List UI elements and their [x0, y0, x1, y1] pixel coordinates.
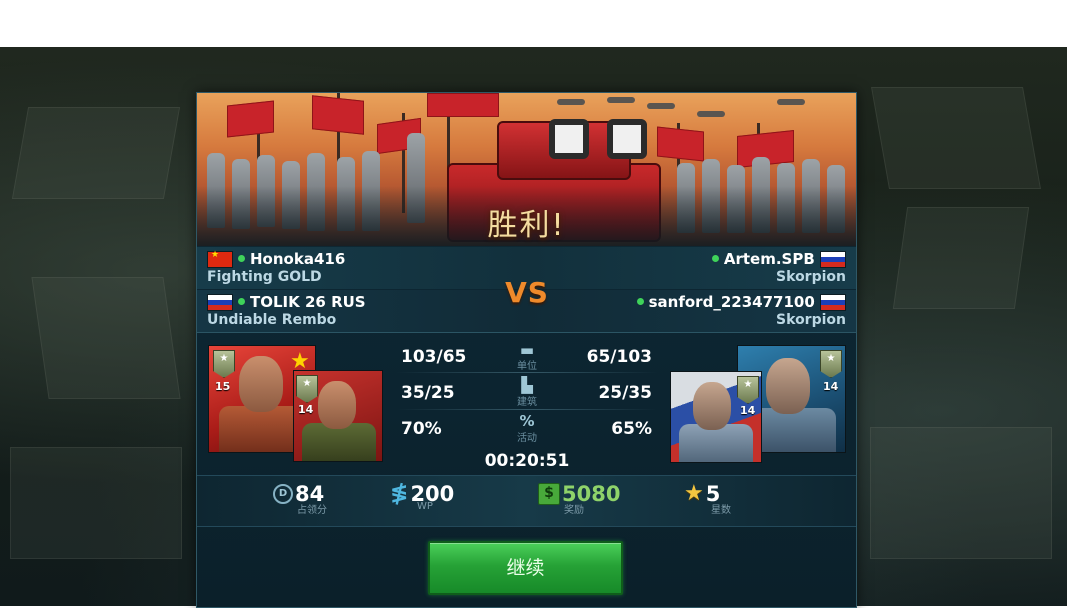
activity-label: 活动: [517, 433, 537, 444]
units-left: 103/65: [401, 347, 467, 367]
left-player-1[interactable]: Honoka416: [207, 250, 345, 268]
units-label: 单位: [517, 361, 537, 372]
commander-level: 15: [215, 380, 231, 393]
russia-flag-icon: [820, 294, 846, 311]
online-status-icon: [238, 298, 245, 305]
right-player-2[interactable]: sanford_223477100: [632, 293, 846, 311]
commander-level: 14: [740, 404, 756, 417]
factory-icon: ▙: [521, 376, 533, 394]
right-player-1-clan: Skorpion: [776, 269, 846, 285]
russia-flag-icon: [207, 294, 233, 311]
star-icon: ★: [684, 481, 704, 506]
vs-label: VS: [505, 276, 549, 309]
victory-banner: 胜利!: [197, 93, 856, 246]
buildings-label: 建筑: [517, 397, 537, 408]
russia-flag-icon: [820, 251, 846, 268]
activity-left: 70%: [401, 419, 442, 439]
buildings-right: 25/35: [598, 383, 652, 403]
commander-level: 14: [298, 403, 314, 416]
tank-icon: ▬: [519, 341, 535, 359]
left-player-2-clan: Undiable Rembo: [207, 312, 337, 328]
battle-result-panel: 胜利! Honoka416 Fighting GOLD Artem.SPB Sk…: [196, 92, 857, 608]
buildings-left: 35/25: [401, 383, 455, 403]
units-right: 65/103: [586, 347, 652, 367]
commander-level: 14: [823, 380, 839, 393]
online-status-icon: [711, 255, 719, 262]
online-status-icon: [636, 298, 644, 305]
left-player-1-clan: Fighting GOLD: [207, 269, 322, 285]
cash-icon: $: [538, 483, 560, 505]
left-player-2[interactable]: TOLIK 26 RUS: [207, 293, 366, 311]
wp-icon: ≸: [390, 481, 409, 506]
activity-right: 65%: [611, 419, 652, 439]
china-flag-icon: [207, 250, 233, 268]
commander-portrait-left-2[interactable]: ★ 14: [293, 370, 383, 462]
percent-icon: %: [519, 412, 535, 430]
rewards-bar: D 84 占领分 ≸200 WP $5080 奖励 ★5 星数: [197, 475, 856, 527]
battle-timer: 00:20:51: [484, 451, 570, 471]
continue-button[interactable]: 继续: [428, 541, 623, 595]
commander-portrait-right-2[interactable]: ★ 14: [670, 371, 762, 463]
victory-title: 胜利!: [487, 208, 566, 243]
right-player-1[interactable]: Artem.SPB: [707, 250, 846, 268]
online-status-icon: [238, 255, 245, 262]
domination-badge-icon: D: [273, 484, 293, 504]
right-player-2-clan: Skorpion: [776, 312, 846, 328]
